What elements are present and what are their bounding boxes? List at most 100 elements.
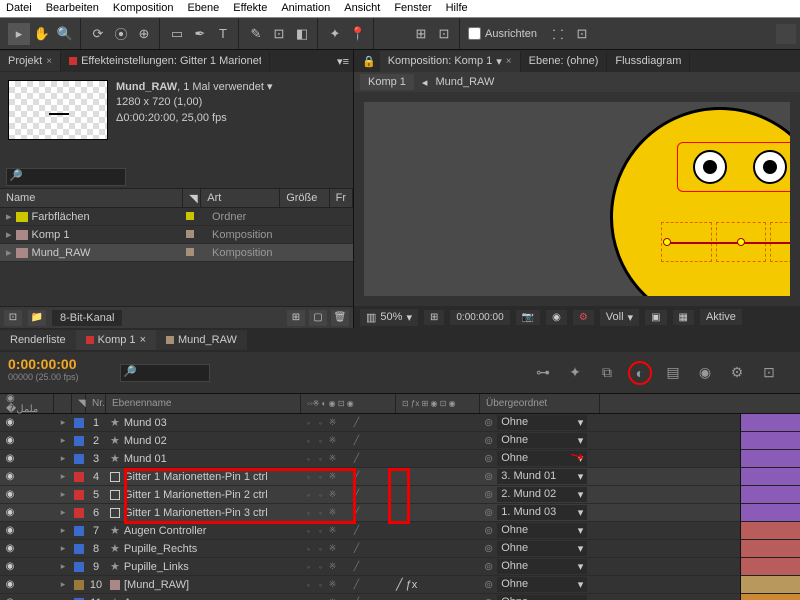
tl-tool1-icon[interactable]: ⊶ (532, 362, 554, 384)
tab-composition[interactable]: Komposition: Komp 1 ▾ × (380, 51, 521, 72)
align-checkbox[interactable]: Ausrichten (468, 27, 537, 40)
clone-tool[interactable]: ⊡ (268, 23, 290, 45)
draft-icon[interactable]: ⚙ (726, 362, 748, 384)
timeline-tracks[interactable] (740, 414, 800, 600)
layer-row[interactable]: ◉ ▸ 5 Gitter 1 Marionetten-Pin 2 ctrl ◦◦… (0, 486, 800, 504)
frame-blend-icon[interactable]: ⊡ (758, 362, 780, 384)
menu-datei[interactable]: Datei (6, 2, 32, 15)
align-check[interactable] (468, 27, 481, 40)
parent-dropdown[interactable]: Ohne▾ (497, 541, 587, 556)
tab-tl-mund[interactable]: Mund_RAW (156, 330, 247, 350)
interpret-footage-icon[interactable]: ⊡ (4, 310, 22, 326)
layer-row[interactable]: ◉ ▸ 1 ★Mund 03 ◦◦※╱ ⊚Ohne▾ (0, 414, 800, 432)
layer-search[interactable]: 🔎 (120, 364, 210, 382)
roi-icon[interactable]: ▣ (645, 310, 666, 325)
camera-tool[interactable]: ⦿ (110, 23, 132, 45)
col-layername[interactable]: Ebenenname (106, 394, 301, 413)
close-icon[interactable]: × (46, 56, 52, 67)
rotate-tool[interactable]: ⟳ (87, 23, 109, 45)
tab-renderqueue[interactable]: Renderliste (0, 330, 76, 350)
zoom-tool[interactable]: 🔍 (54, 23, 76, 45)
snap-icon[interactable]: ⊞ (410, 23, 432, 45)
col-number[interactable]: Nr. (86, 394, 106, 413)
trash-icon[interactable]: 🗑 (331, 310, 349, 326)
layer-row[interactable]: ◉ ▸ 11 ★Augen ◦◦※╱ ⊚Ohne▾ (0, 594, 800, 600)
text-tool[interactable]: T (212, 23, 234, 45)
timecode-box[interactable]: 0:00:00:00 00000 (25.00 fps) (0, 352, 110, 393)
parent-dropdown[interactable]: 1. Mund 03▾ (497, 505, 587, 520)
graph-editor-icon[interactable]: ▤ (662, 362, 684, 384)
hand-tool[interactable]: ✋ (31, 23, 53, 45)
composition-viewport[interactable] (354, 92, 800, 306)
tl-tool2-icon[interactable]: ✦ (564, 362, 586, 384)
shy-icon[interactable]: ⧉ (596, 362, 618, 384)
tab-tl-komp1[interactable]: Komp 1 × (76, 330, 156, 350)
res-icon[interactable]: ⊞ (424, 310, 444, 325)
new-bin-icon[interactable]: ▢ (309, 310, 327, 326)
tab-layer[interactable]: Ebene: (ohne) (521, 51, 608, 71)
project-item[interactable]: ▸Mund_RAWKomposition (0, 244, 353, 262)
col-fr[interactable]: Fr (330, 189, 353, 207)
menu-animation[interactable]: Animation (281, 2, 330, 15)
parent-dropdown[interactable]: Ohne▾ (497, 415, 587, 430)
menu-komposition[interactable]: Komposition (113, 2, 174, 15)
breadcrumb-komp1[interactable]: Komp 1 (360, 74, 414, 90)
col-modes[interactable]: ⊡ ƒx ⊞ ◉ ⊡ ◉ (396, 394, 480, 413)
project-item[interactable]: ▸Komp 1Komposition (0, 226, 353, 244)
bit-depth[interactable]: 8-Bit-Kanal (52, 310, 122, 326)
layer-row[interactable]: ◉ ▸ 2 ★Mund 02 ◦◦※╱ ⊚Ohne▾ (0, 432, 800, 450)
col-type[interactable]: Art (201, 189, 280, 207)
tab-project[interactable]: Projekt× (0, 51, 61, 71)
menu-bearbeiten[interactable]: Bearbeiten (46, 2, 99, 15)
pen-tool[interactable]: ✒ (189, 23, 211, 45)
breadcrumb-mund[interactable]: Mund_RAW (435, 76, 494, 88)
parent-dropdown[interactable]: Ohne▾ (497, 595, 587, 600)
channel-icon[interactable]: ◉ (546, 310, 567, 325)
col-switches[interactable]: ◦◦※ ◐ ◉ ⊡ ◉ (301, 394, 396, 413)
layer-row[interactable]: ◉ ▸ 8 ★Pupille_Rechts ◦◦※╱ ⊚Ohne▾ (0, 540, 800, 558)
parent-dropdown[interactable]: 3. Mund 01▾ (497, 469, 587, 484)
tab-flowchart[interactable]: Flussdiagram (607, 51, 690, 71)
parent-dropdown[interactable]: 2. Mund 02▾ (497, 487, 587, 502)
brush-tool[interactable]: ✎ (245, 23, 267, 45)
project-item[interactable]: ▸FarbflächenOrdner (0, 208, 353, 226)
lock-icon[interactable]: 🔒 (358, 55, 380, 68)
pan-behind-tool[interactable]: ⊕ (133, 23, 155, 45)
col-parent[interactable]: Übergeordnet (480, 394, 600, 413)
eraser-tool[interactable]: ◧ (291, 23, 313, 45)
snap-opts2-icon[interactable]: ⊡ (571, 23, 593, 45)
layer-row[interactable]: ◉ ▸ 4 Gitter 1 Marionetten-Pin 1 ctrl ◦◦… (0, 468, 800, 486)
layer-row[interactable]: ◉ ▸ 6 Gitter 1 Marionetten-Pin 3 ctrl ◦◦… (0, 504, 800, 522)
rect-tool[interactable]: ▭ (166, 23, 188, 45)
project-search[interactable]: 🔎 (6, 168, 126, 186)
col-label[interactable]: ◥ (183, 189, 201, 207)
layer-row[interactable]: ◉ ▸ 9 ★Pupille_Links ◦◦※╱ ⊚Ohne▾ (0, 558, 800, 576)
3d-icon[interactable]: ◉ (694, 362, 716, 384)
parent-dropdown[interactable]: Ohne▾ (497, 577, 587, 592)
menu-fenster[interactable]: Fenster (394, 2, 431, 15)
menu-ansicht[interactable]: Ansicht (344, 2, 380, 15)
layer-row[interactable]: ◉ ▸ 3 ★Mund 01 ◦◦※╱ ⊚Ohne▾ (0, 450, 800, 468)
layer-row[interactable]: ◉ ▸ 10 [Mund_RAW] ◦◦※╱ ╱ ƒx ⊚Ohne▾ (0, 576, 800, 594)
col-visibility[interactable]: ◉ �ململ (0, 394, 54, 413)
zoom-dropdown[interactable]: ▥ 50% ▾ (360, 309, 418, 326)
menu-hilfe[interactable]: Hilfe (446, 2, 468, 15)
resolution-dropdown[interactable]: Voll ▾ (600, 309, 639, 326)
parent-dropdown[interactable]: Ohne▾ (497, 559, 587, 574)
menu-effekte[interactable]: Effekte (233, 2, 267, 15)
search-icon[interactable] (776, 24, 796, 44)
timecode[interactable]: 0:00:00:00 (8, 356, 102, 372)
puppet-tool[interactable]: 📍 (347, 23, 369, 45)
col-name[interactable]: Name (0, 189, 183, 207)
transparency-icon[interactable]: ▦ (673, 310, 694, 325)
menu-ebene[interactable]: Ebene (187, 2, 219, 15)
panel-menu-icon[interactable]: ▾≡ (333, 55, 353, 68)
color-mgmt-icon[interactable]: ⚙ (573, 310, 594, 325)
camera-dropdown[interactable]: Aktive (700, 309, 742, 325)
selection-tool[interactable]: ▸ (8, 23, 30, 45)
motion-blur-icon[interactable]: ◐ (628, 361, 652, 385)
layer-row[interactable]: ◉ ▸ 7 ★Augen Controller ◦◦※╱ ⊚Ohne▾ (0, 522, 800, 540)
new-folder-icon[interactable]: 📁 (28, 310, 46, 326)
tab-effects[interactable]: Effekteinstellungen: Gitter 1 Marionette (61, 51, 270, 71)
time-display[interactable]: 0:00:00:00 (450, 310, 509, 325)
